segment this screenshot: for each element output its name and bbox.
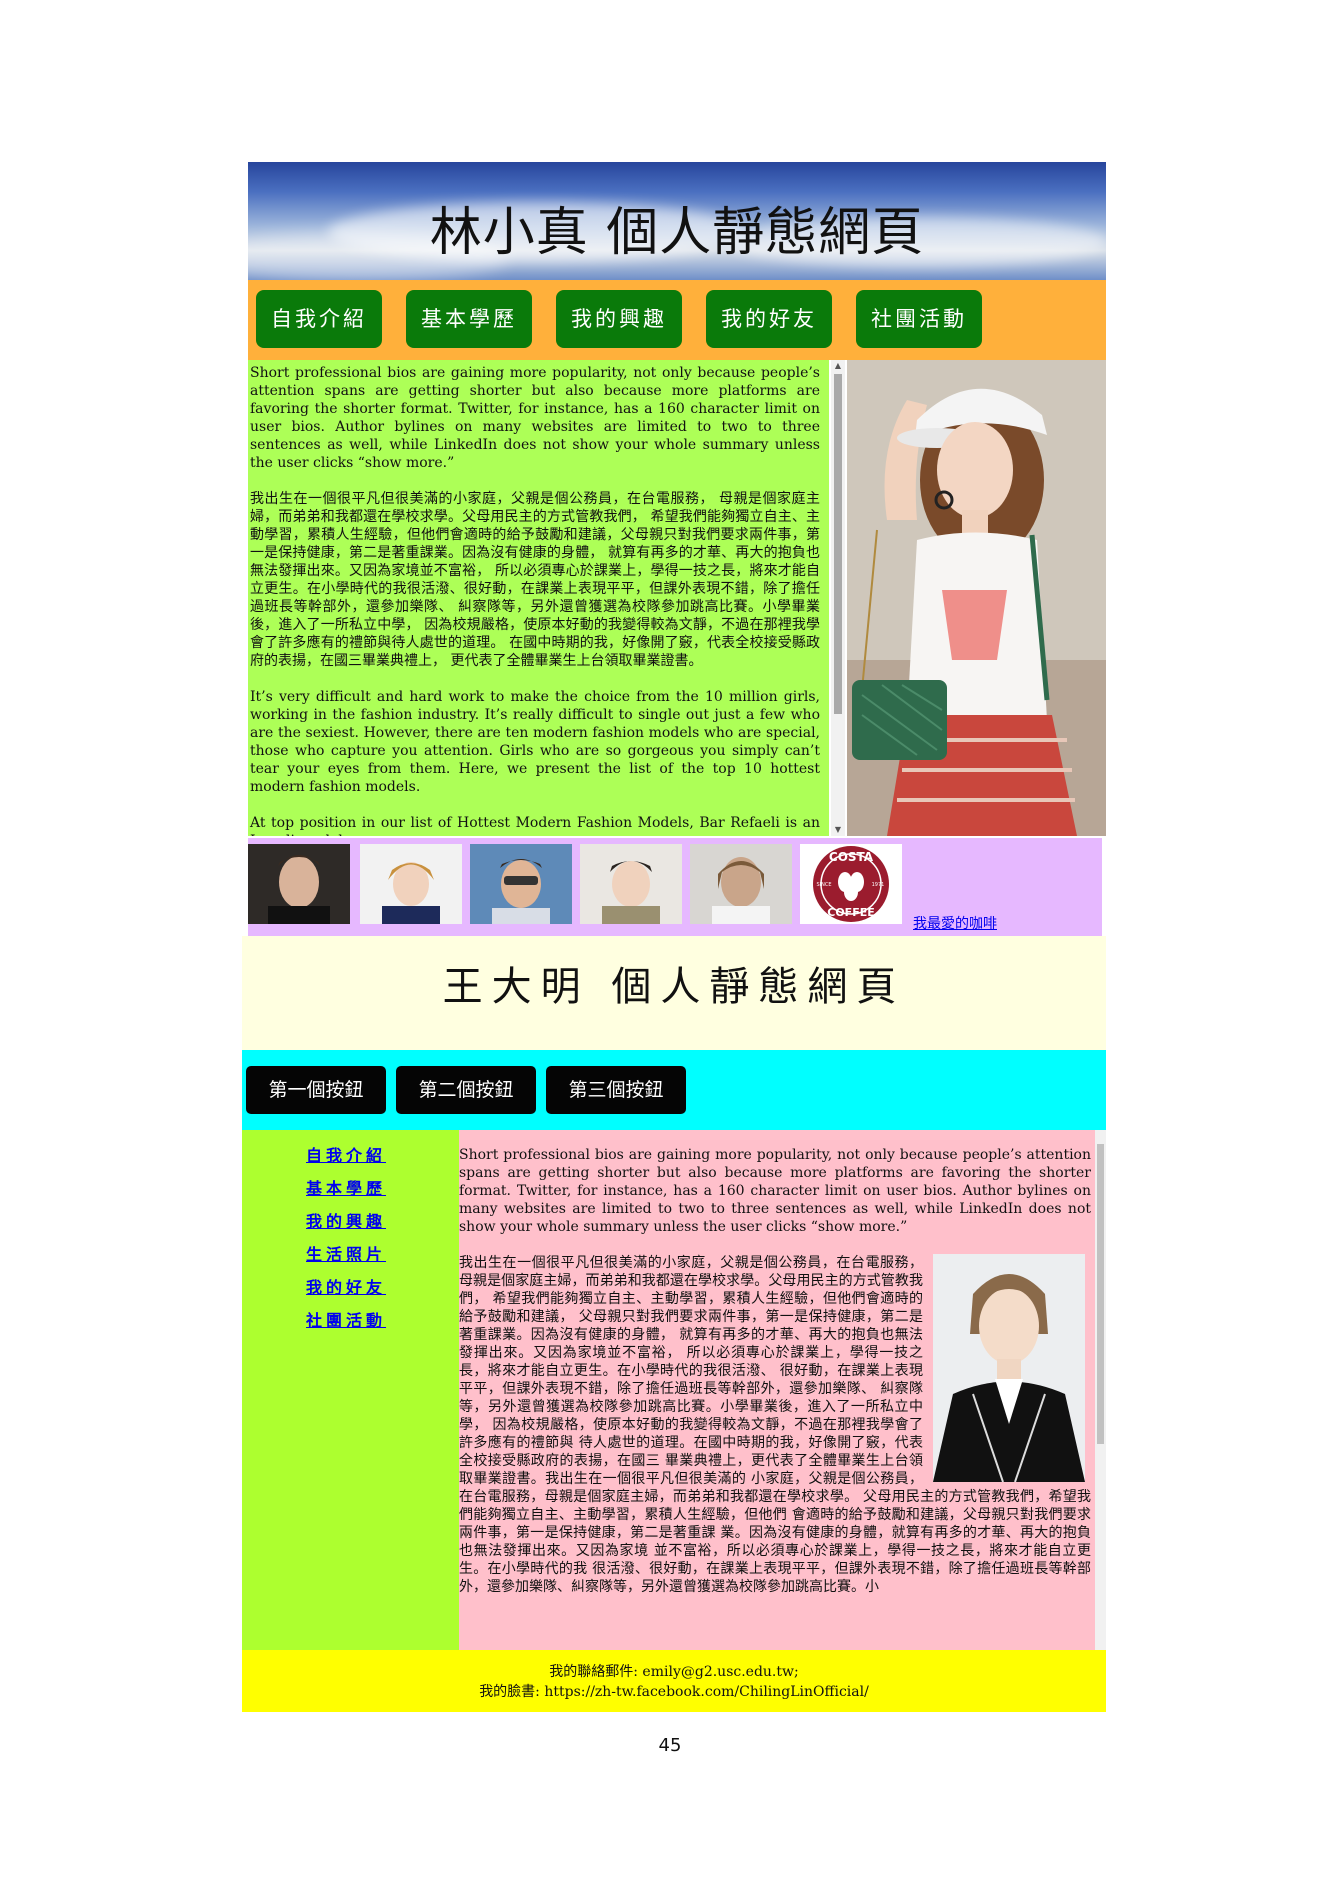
costa-logo-text-right: 1971 <box>872 882 885 888</box>
site2-sidebar: 自我介紹 基本學歷 我的興趣 生活照片 我的好友 社團活動 <box>242 1130 459 1650</box>
site1-bio-paragraph: Short professional bios are gaining more… <box>250 365 820 471</box>
site2-button-bar: 第一個按鈕 第二個按鈕 第三個按鈕 <box>242 1050 1106 1130</box>
costa-logo-text-top: COSTA <box>829 850 874 864</box>
sidebar-link-photos[interactable]: 生活照片 <box>306 1241 386 1265</box>
site1-nav-intro-button[interactable]: 自我介紹 <box>256 290 382 348</box>
page-number: 45 <box>658 1735 682 1756</box>
site1-profile-photo <box>847 360 1106 836</box>
site1-header-banner: 林小真 個人靜態網頁 <box>248 162 1106 280</box>
sidebar-link-education[interactable]: 基本學歷 <box>306 1175 386 1199</box>
gallery-thumb-friend-4[interactable] <box>580 844 682 924</box>
gallery-thumb-costa-coffee[interactable]: COSTA COFFEE SINCE 1971 <box>800 844 902 924</box>
footer-contact-email: 我的聯絡郵件: emily@g2.usc.edu.tw; <box>549 1664 799 1680</box>
man-portrait-icon <box>690 844 792 924</box>
costa-coffee-logo-icon: COSTA COFFEE SINCE 1971 <box>800 844 902 924</box>
site1-nav-education-button[interactable]: 基本學歷 <box>406 290 532 348</box>
sidebar-link-clubs[interactable]: 社團活動 <box>306 1307 386 1331</box>
scrollbar-thumb[interactable] <box>1097 1144 1104 1444</box>
scroll-down-arrow-icon[interactable]: ▼ <box>831 824 845 836</box>
costa-logo-text-bottom: COFFEE <box>827 906 874 919</box>
site1-nav-bar: 自我介紹 基本學歷 我的興趣 我的好友 社團活動 <box>248 280 1106 360</box>
woman-photo-icon <box>847 360 1106 836</box>
scroll-up-arrow-icon[interactable]: ▲ <box>831 360 845 372</box>
sidebar-link-intro[interactable]: 自我介紹 <box>306 1142 386 1166</box>
site2-first-button[interactable]: 第一個按鈕 <box>246 1066 386 1114</box>
site2-profile-photo <box>933 1254 1085 1482</box>
site1-bio-paragraph: It’s very difficult and hard work to mak… <box>250 689 820 795</box>
site1-bio-text-panel: Short professional bios are gaining more… <box>248 360 829 836</box>
man-portrait-icon <box>580 844 682 924</box>
gallery-thumb-friend-3[interactable] <box>470 844 572 924</box>
man-portrait-icon <box>470 844 572 924</box>
sidebar-link-friends[interactable]: 我的好友 <box>306 1274 386 1298</box>
site2-second-button[interactable]: 第二個按鈕 <box>396 1066 536 1114</box>
site1-title: 林小真 個人靜態網頁 <box>429 203 925 263</box>
site1-bio-paragraph: 我出生在一個很平凡但很美滿的小家庭，父親是個公務員，在台電服務， 母親是個家庭主… <box>250 491 820 669</box>
man-portrait-icon <box>248 844 350 924</box>
site1-nav-friends-button[interactable]: 我的好友 <box>706 290 832 348</box>
favorite-coffee-link[interactable]: 我最愛的咖啡 <box>913 913 997 933</box>
site1-nav-interests-button[interactable]: 我的興趣 <box>556 290 682 348</box>
scrollbar-thumb[interactable] <box>834 374 842 714</box>
site2-title: 王大明 個人靜態網頁 <box>442 964 906 1010</box>
site2-bio-paragraph: Short professional bios are gaining more… <box>459 1147 1091 1235</box>
young-man-photo-icon <box>933 1254 1085 1482</box>
site2-footer: 我的聯絡郵件: emily@g2.usc.edu.tw; 我的臉書: https… <box>242 1650 1106 1712</box>
site1-text-scrollbar[interactable]: ▲ ▼ <box>831 360 845 836</box>
gallery-thumb-friend-2[interactable] <box>360 844 462 924</box>
site1-nav-clubs-button[interactable]: 社團活動 <box>856 290 982 348</box>
site2-main-content: Short professional bios are gaining more… <box>459 1130 1095 1650</box>
gallery-thumb-friend-5[interactable] <box>690 844 792 924</box>
site2-header: 王大明 個人靜態網頁 <box>242 936 1106 1050</box>
costa-logo-text-left: SINCE <box>816 882 831 888</box>
site2-third-button[interactable]: 第三個按鈕 <box>546 1066 686 1114</box>
gallery-thumb-friend-1[interactable] <box>248 844 350 924</box>
sidebar-link-interests[interactable]: 我的興趣 <box>306 1208 386 1232</box>
site1-photo-gallery: COSTA COFFEE SINCE 1971 我最愛的咖啡 <box>248 838 1102 936</box>
site1-bio-paragraph: At top position in our list of Hottest M… <box>250 815 820 836</box>
footer-facebook: 我的臉書: https://zh-tw.facebook.com/Chiling… <box>479 1684 869 1700</box>
site2-content-scrollbar[interactable] <box>1095 1130 1106 1650</box>
man-portrait-icon <box>360 844 462 924</box>
